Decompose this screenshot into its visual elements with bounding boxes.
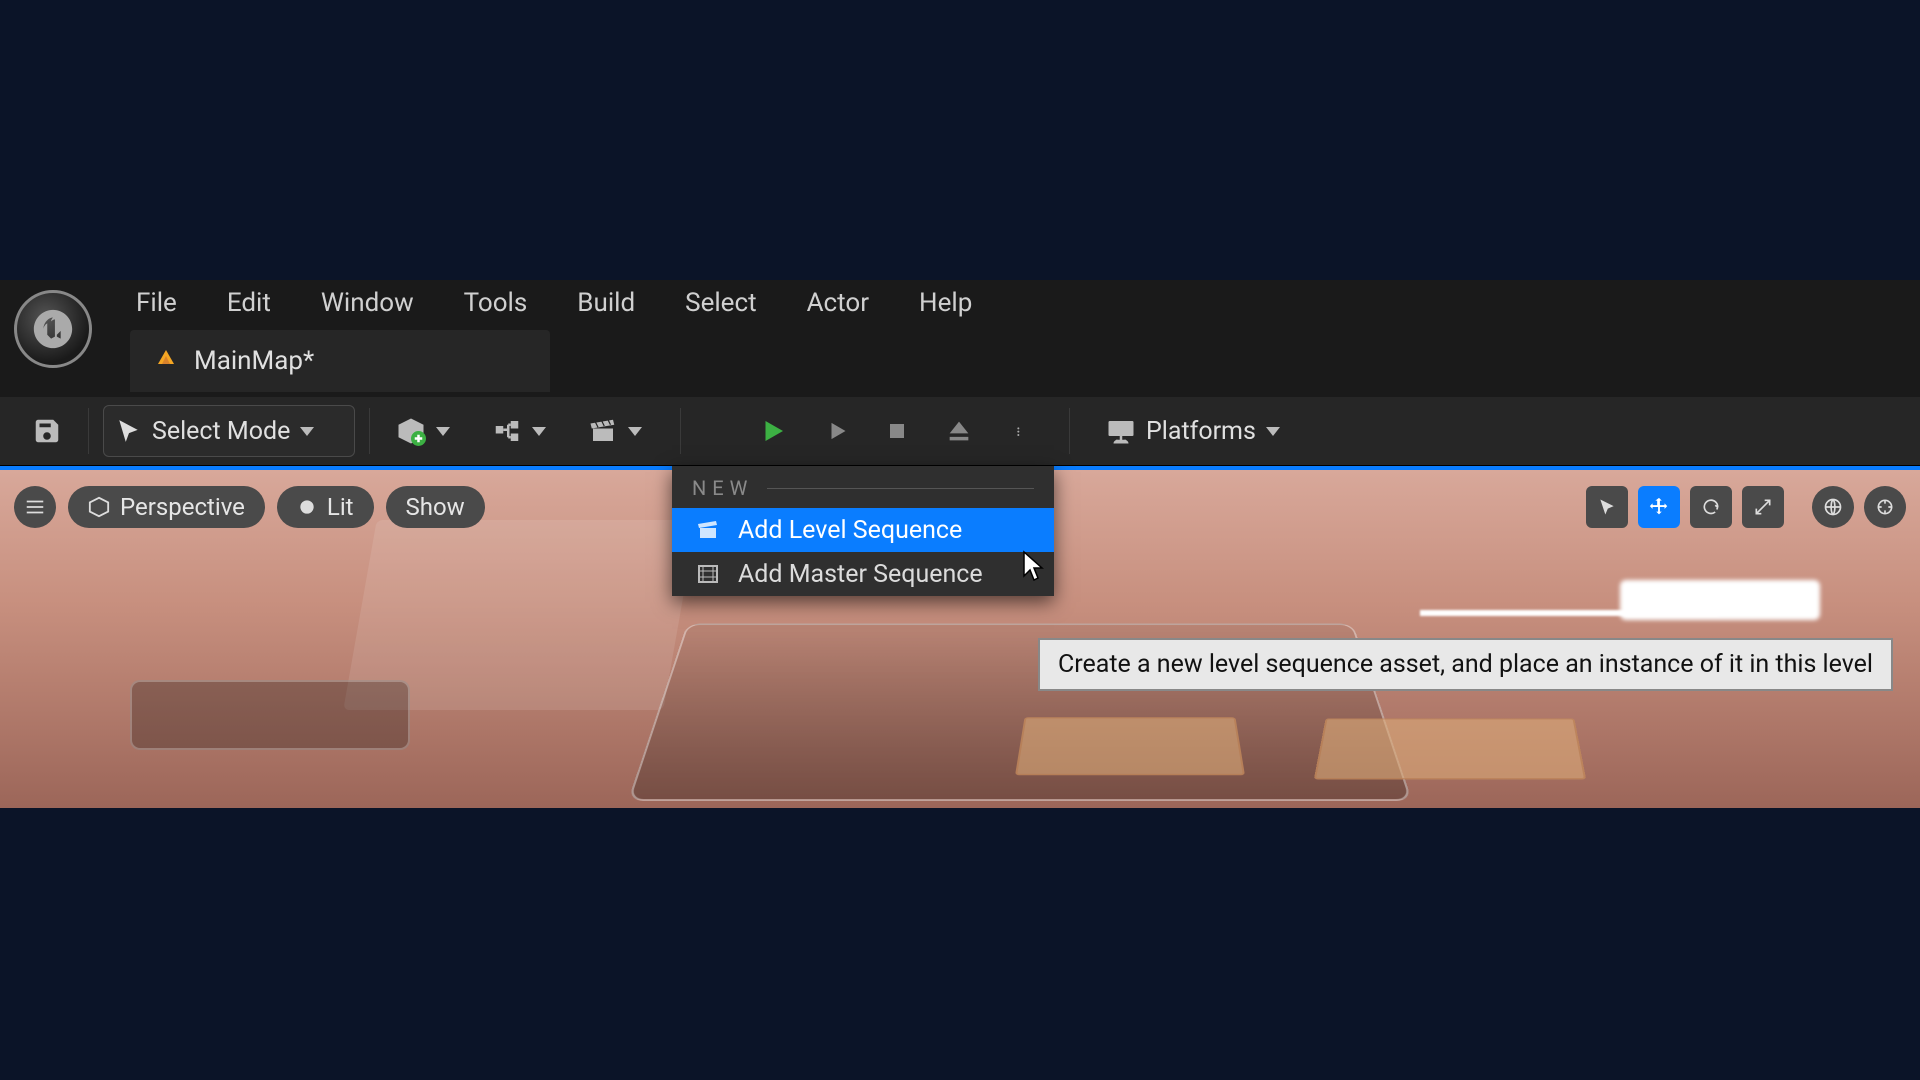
separator: [1069, 408, 1070, 454]
step-button[interactable]: [813, 409, 857, 453]
blueprint-button[interactable]: [480, 405, 558, 457]
menu-tools[interactable]: Tools: [458, 284, 534, 322]
tooltip: Create a new level sequence asset, and p…: [1038, 638, 1893, 691]
menu-item-label: Add Level Sequence: [738, 516, 962, 545]
menu-file[interactable]: File: [130, 284, 183, 322]
play-options-button[interactable]: [999, 409, 1043, 453]
perspective-button[interactable]: Perspective: [68, 486, 265, 528]
separator: [680, 408, 681, 454]
lit-label: Lit: [327, 493, 354, 521]
world-local-button[interactable]: [1812, 486, 1854, 528]
viewport-menu-button[interactable]: [14, 486, 56, 528]
menu-build[interactable]: Build: [571, 284, 641, 322]
select-mode-button[interactable]: Select Mode: [103, 405, 355, 457]
scene-light: [1420, 610, 1720, 616]
rotate-tool-button[interactable]: [1690, 486, 1732, 528]
cinematics-button[interactable]: [576, 405, 654, 457]
add-master-sequence-item[interactable]: Add Master Sequence: [672, 552, 1054, 596]
level-icon: [154, 347, 178, 375]
menu-help[interactable]: Help: [913, 284, 978, 322]
unreal-logo-icon[interactable]: [14, 290, 92, 368]
scale-tool-button[interactable]: [1742, 486, 1784, 528]
divider: [767, 488, 1034, 489]
cinematics-dropdown: NEW Add Level Sequence Add Master Sequen…: [672, 466, 1054, 596]
select-tool-button[interactable]: [1586, 486, 1628, 528]
titlebar: File Edit Window Tools Build Select Acto…: [0, 280, 1920, 396]
dropdown-header: NEW: [672, 466, 1054, 508]
toolbar: Select Mode: [0, 396, 1920, 466]
content-tools: [384, 405, 654, 457]
menu-actor[interactable]: Actor: [801, 284, 875, 322]
menu-edit[interactable]: Edit: [221, 284, 277, 322]
separator: [369, 408, 370, 454]
perspective-label: Perspective: [120, 493, 245, 521]
snap-button[interactable]: [1864, 486, 1906, 528]
menu-item-label: Add Master Sequence: [738, 560, 983, 589]
chevron-down-icon: [300, 427, 314, 436]
lit-button[interactable]: Lit: [277, 486, 374, 528]
letterbox-top: [0, 0, 1920, 280]
letterbox-bottom: [0, 808, 1920, 1080]
show-label: Show: [406, 493, 465, 521]
play-controls: [751, 409, 1043, 453]
app-window: File Edit Window Tools Build Select Acto…: [0, 280, 1920, 808]
tab-mainmap[interactable]: MainMap*: [130, 330, 550, 392]
select-mode-label: Select Mode: [152, 417, 290, 446]
save-button[interactable]: [20, 405, 74, 457]
add-content-button[interactable]: [384, 405, 462, 457]
play-button[interactable]: [751, 409, 795, 453]
eject-button[interactable]: [937, 409, 981, 453]
chevron-down-icon: [628, 427, 642, 436]
dropdown-header-label: NEW: [692, 476, 753, 500]
tabbar: MainMap*: [130, 330, 550, 392]
scene-geometry: [1015, 717, 1245, 775]
cursor-icon: [1022, 550, 1046, 586]
menubar: File Edit Window Tools Build Select Acto…: [130, 282, 978, 324]
chevron-down-icon: [436, 427, 450, 436]
add-level-sequence-item[interactable]: Add Level Sequence: [672, 508, 1054, 552]
show-button[interactable]: Show: [386, 486, 485, 528]
tab-label: MainMap*: [194, 346, 314, 376]
menu-select[interactable]: Select: [679, 284, 762, 322]
scene-geometry: [130, 680, 410, 750]
platforms-label: Platforms: [1146, 417, 1256, 446]
chevron-down-icon: [532, 427, 546, 436]
viewport-right-controls: [1586, 486, 1906, 528]
translate-tool-button[interactable]: [1638, 486, 1680, 528]
scene-geometry: [1314, 718, 1586, 779]
separator: [88, 408, 89, 454]
stop-button[interactable]: [875, 409, 919, 453]
platforms-button[interactable]: Platforms: [1094, 405, 1292, 457]
viewport-left-controls: Perspective Lit Show: [14, 486, 485, 528]
menu-window[interactable]: Window: [315, 284, 420, 322]
chevron-down-icon: [1266, 427, 1280, 436]
